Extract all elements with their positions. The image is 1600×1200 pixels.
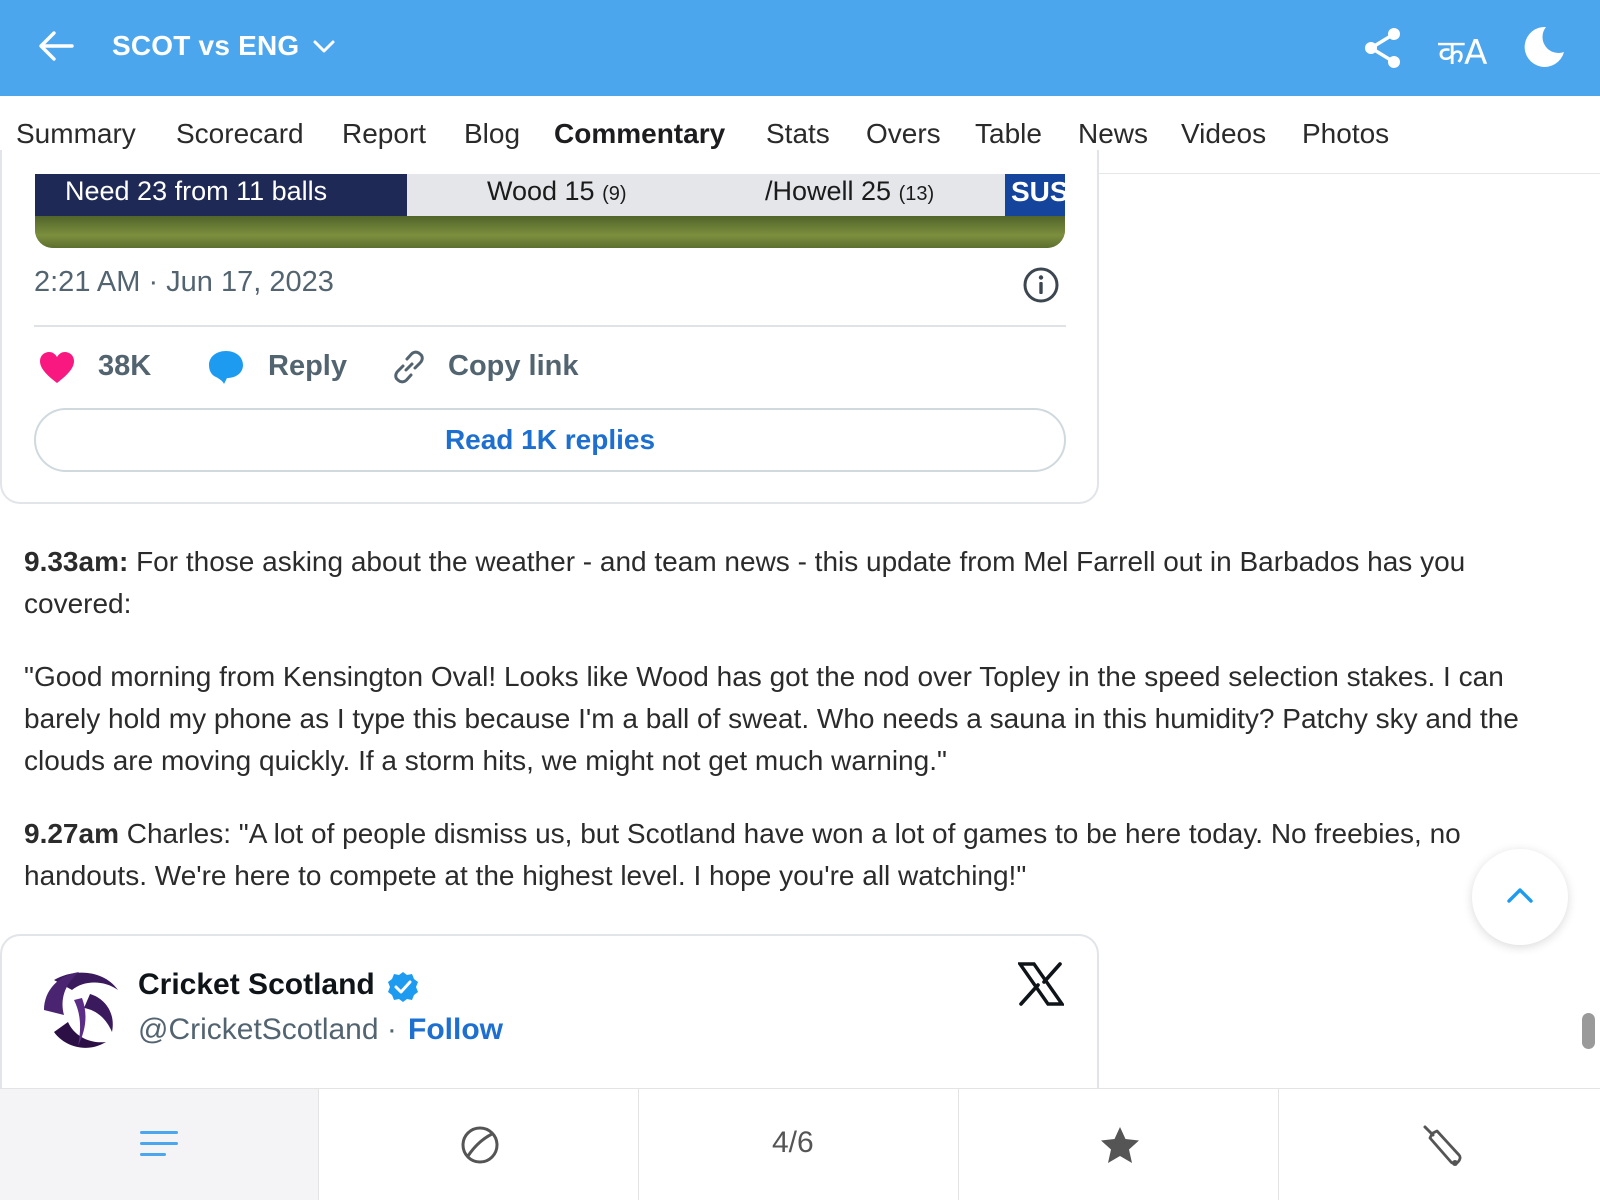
pitch-footage	[35, 216, 1065, 248]
scorebar-batter-1: Wood 15 (9)	[487, 176, 627, 206]
chevron-up-icon	[1507, 888, 1533, 903]
cricket-scotland-avatar[interactable]	[34, 960, 130, 1056]
tweet-media-video[interactable]: Need 23 from 11 balls Wood 15 (9) /Howel…	[35, 174, 1065, 248]
scorebar-batter-2: /Howell 25 (13)	[765, 176, 935, 206]
tab-photos[interactable]: Photos	[1302, 118, 1389, 150]
nav-commentary-menu[interactable]	[0, 1089, 319, 1200]
page-indicator: 4/6	[772, 1126, 814, 1159]
commentary-text: Charles: "A lot of people dismiss us, bu…	[24, 818, 1461, 891]
reply-bubble-icon[interactable]	[206, 348, 246, 386]
ball-icon	[461, 1126, 499, 1164]
tweet-divider	[34, 325, 1066, 327]
back-arrow-icon[interactable]	[36, 26, 76, 66]
account-name[interactable]: Cricket Scotland	[138, 968, 375, 1002]
commentary-entry: 9.27am Charles: "A lot of people dismiss…	[24, 813, 1569, 897]
commentary-entry: "Good morning from Kensington Oval! Look…	[24, 656, 1569, 782]
commentary-text: "Good morning from Kensington Oval! Look…	[24, 661, 1519, 776]
commentary-time: 9.33am:	[24, 546, 129, 577]
tab-summary[interactable]: Summary	[16, 118, 136, 150]
tab-blog[interactable]: Blog	[464, 118, 520, 150]
share-icon[interactable]	[1362, 26, 1404, 70]
tab-commentary[interactable]: Commentary	[554, 118, 725, 150]
tab-report[interactable]: Report	[342, 118, 426, 150]
tab-videos[interactable]: Videos	[1181, 118, 1266, 150]
copy-link-button[interactable]: Copy link	[448, 350, 579, 383]
tab-table[interactable]: Table	[975, 118, 1042, 150]
bat-icon	[1423, 1125, 1462, 1166]
info-icon[interactable]	[1022, 266, 1060, 304]
tab-scorecard[interactable]: Scorecard	[176, 118, 304, 150]
tab-stats[interactable]: Stats	[766, 118, 830, 150]
reply-button[interactable]: Reply	[268, 350, 347, 383]
language-toggle[interactable]: कA	[1438, 28, 1487, 74]
dark-mode-moon-icon[interactable]	[1520, 24, 1566, 70]
nav-bat[interactable]	[1279, 1089, 1600, 1200]
star-icon	[1101, 1127, 1139, 1163]
tab-overs[interactable]: Overs	[866, 118, 941, 150]
read-replies-button[interactable]: Read 1K replies	[34, 408, 1066, 472]
tweet-timestamp[interactable]: 2:21 AM · Jun 17, 2023	[34, 266, 334, 299]
commentary-time: 9.27am	[24, 818, 119, 849]
heart-icon[interactable]	[38, 350, 76, 386]
scroll-to-top-button[interactable]	[1472, 849, 1568, 945]
commentary-text: For those asking about the weather - and…	[24, 546, 1466, 619]
like-count[interactable]: 38K	[98, 350, 151, 383]
match-title[interactable]: SCOT vs ENG	[112, 30, 299, 62]
chevron-down-icon[interactable]	[312, 38, 336, 56]
link-icon[interactable]	[390, 348, 428, 386]
commentary-entry: 9.33am: For those asking about the weath…	[24, 541, 1569, 625]
x-logo-icon[interactable]	[1018, 962, 1064, 1006]
nav-ball[interactable]	[319, 1089, 639, 1200]
account-handle[interactable]: @CricketScotland ·	[138, 1013, 397, 1047]
scorebar-need-text: Need 23 from 11 balls	[35, 174, 407, 216]
menu-icon	[140, 1131, 178, 1156]
verified-badge-icon	[388, 972, 418, 1002]
bat-icon: /	[765, 176, 773, 206]
follow-button[interactable]: Follow	[408, 1013, 503, 1047]
tab-news[interactable]: News	[1078, 118, 1148, 150]
scorebar-team-badge: SUS	[1005, 174, 1065, 216]
scrollbar-thumb[interactable]	[1582, 1013, 1595, 1049]
app-header: SCOT vs ENG कA	[0, 0, 1600, 96]
nav-favourites[interactable]	[959, 1089, 1279, 1200]
